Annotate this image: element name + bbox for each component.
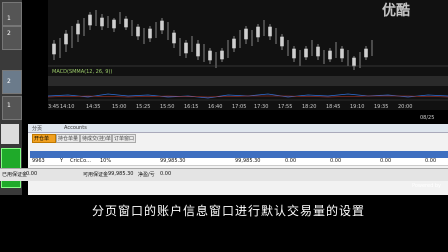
cell: 9963 bbox=[32, 158, 45, 164]
time-label: 19:10 bbox=[350, 104, 365, 110]
left-panel-button-3[interactable] bbox=[2, 70, 22, 94]
status-available-margin-label: 可用保证金 bbox=[83, 172, 109, 178]
time-label: 18:20 bbox=[302, 104, 317, 110]
panel-caption-left: 分页 bbox=[32, 126, 43, 132]
left-panel-badge-3: 2 bbox=[7, 78, 11, 85]
status-used-margin-label: 已用保证金 bbox=[2, 172, 28, 178]
left-panel-light-block bbox=[1, 124, 19, 144]
time-label: 17:55 bbox=[278, 104, 293, 110]
time-label: 14:10 bbox=[60, 104, 75, 110]
left-panel-badge-1: 1 bbox=[7, 15, 11, 22]
date-label: 08/25 bbox=[420, 115, 435, 121]
left-panel-button-2[interactable] bbox=[2, 26, 22, 50]
cell: 0.00 bbox=[380, 158, 392, 164]
cell: 99,985.30 bbox=[160, 158, 186, 164]
status-used-margin-value: 0.00 bbox=[26, 171, 38, 177]
macd-indicator-label: MACD(SMMA(12, 26, 9)) bbox=[52, 69, 113, 75]
cell: 10% bbox=[100, 158, 112, 164]
time-label: 19:35 bbox=[374, 104, 389, 110]
time-label: 18:45 bbox=[326, 104, 341, 110]
time-label: 3:45 bbox=[48, 104, 60, 110]
table-row[interactable]: 9963 Y CricCo... 10% 99,985.30 99,985.30… bbox=[30, 158, 448, 166]
status-net-value: 0.00 bbox=[160, 171, 172, 177]
status-available-margin-value: 99,985.30 bbox=[108, 171, 134, 177]
panel-title-bar bbox=[28, 124, 448, 133]
time-label: 16:15 bbox=[184, 104, 199, 110]
table-header bbox=[30, 151, 448, 158]
cell: 0.00 bbox=[330, 158, 342, 164]
cell: 99,985.30 bbox=[235, 158, 261, 164]
cell: CricCo... bbox=[70, 158, 91, 164]
time-label: 14:35 bbox=[86, 104, 101, 110]
left-panel-badge-4: 1 bbox=[7, 102, 11, 109]
tab-open-orders-label: 开仓单 bbox=[34, 136, 50, 142]
time-label: 17:05 bbox=[232, 104, 247, 110]
status-net-label: 净盈/亏 bbox=[138, 172, 155, 178]
cell: Y bbox=[60, 158, 64, 164]
time-label: 20:00 bbox=[398, 104, 413, 110]
tab-pending-label: 待成交(挂)单 bbox=[82, 136, 111, 142]
video-subtitle: 分页窗口的账户信息窗口进行默认交易量的设置 bbox=[92, 204, 366, 218]
cell: 0.00 bbox=[425, 158, 437, 164]
time-axis: 3:45 14:10 14:35 15:00 15:25 15:50 16:15… bbox=[48, 104, 448, 112]
time-label: 15:50 bbox=[160, 104, 175, 110]
time-label: 15:00 bbox=[112, 104, 127, 110]
left-panel-badge-2: 2 bbox=[7, 30, 11, 37]
left-panel-button-4[interactable] bbox=[2, 96, 22, 120]
watermark-logo: 优酷 bbox=[382, 3, 410, 19]
time-label: 15:25 bbox=[136, 104, 151, 110]
left-panel-button-1[interactable] bbox=[2, 2, 22, 26]
panel-caption-accounts: Accounts bbox=[64, 125, 87, 131]
status-bar bbox=[0, 168, 448, 181]
cell: 0.00 bbox=[285, 158, 297, 164]
time-label: 16:40 bbox=[208, 104, 223, 110]
time-label: 17:30 bbox=[254, 104, 269, 110]
powered-by: Powered by bbox=[412, 183, 441, 189]
tab-order-window-label: 订单窗口 bbox=[114, 136, 135, 142]
tab-positions-label: 持仓单量 bbox=[58, 136, 79, 142]
